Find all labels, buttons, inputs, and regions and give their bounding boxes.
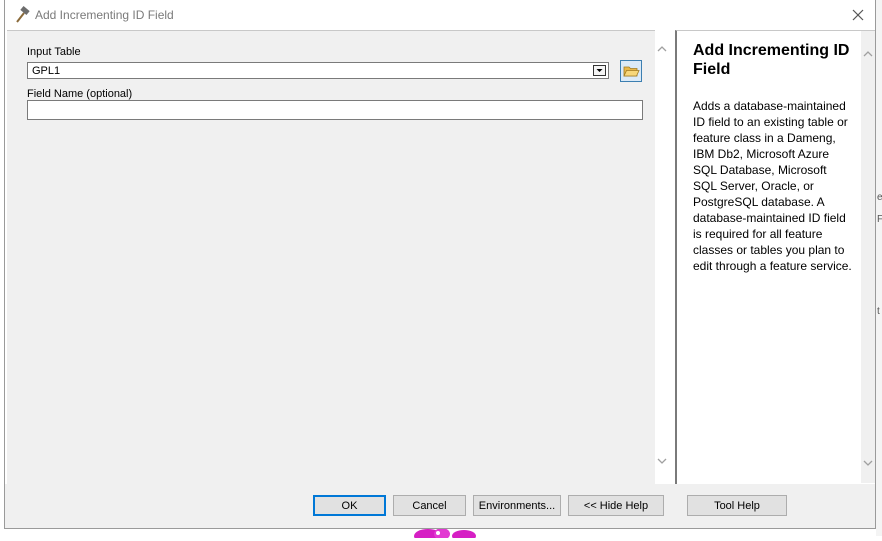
parameters-panel: Input Table GPL1 Field Name (optional)	[7, 30, 667, 485]
input-table-dropdown[interactable]: GPL1	[27, 62, 609, 79]
help-description: Adds a database-maintained ID field to a…	[693, 99, 852, 273]
field-name-label: Field Name (optional)	[27, 88, 133, 100]
browse-button[interactable]	[620, 60, 642, 82]
close-button[interactable]	[847, 4, 869, 26]
chevron-down-icon[interactable]	[861, 457, 875, 469]
chevron-down-icon[interactable]	[593, 65, 606, 76]
field-name-input[interactable]	[27, 100, 643, 120]
tool-help-button[interactable]: Tool Help	[687, 495, 787, 516]
chevron-down-icon[interactable]	[655, 455, 669, 467]
background-text: F	[877, 214, 882, 225]
button-bar: OK Cancel Environments... << Hide Help T…	[5, 484, 875, 528]
ok-button[interactable]: OK	[313, 495, 386, 516]
chevron-up-icon[interactable]	[655, 43, 669, 55]
help-scrollbar[interactable]	[861, 31, 875, 483]
background-text: e	[877, 192, 882, 203]
hide-help-button[interactable]: << Hide Help	[568, 495, 664, 516]
tool-dialog: Add Incrementing ID Field Input Table GP…	[4, 0, 876, 529]
help-panel: Add Incrementing ID Field Adds a databas…	[675, 30, 875, 484]
close-icon	[852, 9, 864, 21]
parameters-scrollbar[interactable]	[655, 43, 669, 483]
chevron-up-icon[interactable]	[861, 48, 875, 60]
title-bar: Add Incrementing ID Field	[5, 0, 875, 30]
window-title: Add Incrementing ID Field	[35, 8, 174, 22]
help-title: Add Incrementing ID Field	[693, 42, 850, 78]
background-text: t	[877, 306, 880, 317]
input-table-value: GPL1	[32, 65, 61, 77]
cancel-button[interactable]: Cancel	[393, 495, 466, 516]
open-folder-icon	[623, 66, 640, 77]
input-table-label: Input Table	[27, 46, 81, 58]
environments-button[interactable]: Environments...	[473, 495, 561, 516]
hammer-icon	[13, 6, 31, 24]
background-window-edge: e F t	[876, 0, 882, 536]
